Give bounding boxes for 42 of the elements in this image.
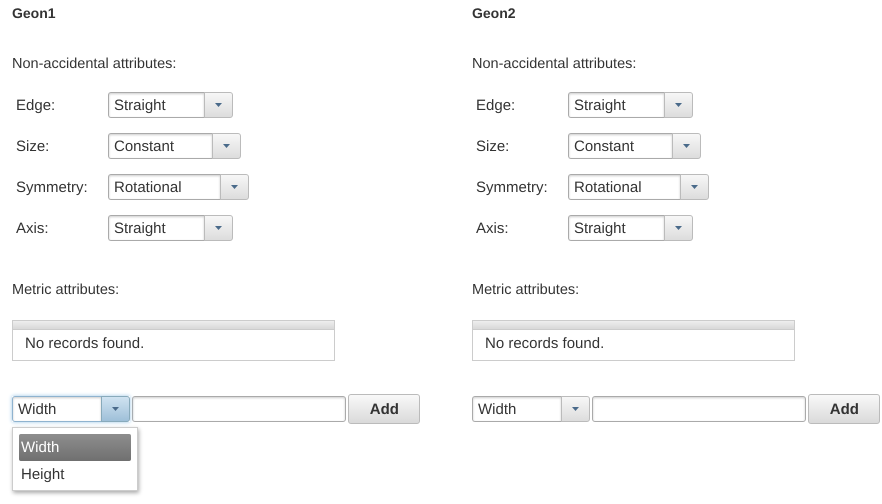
- section-label: Non-accidental attributes:: [12, 55, 178, 73]
- dropdown-value: Width: [18, 400, 56, 418]
- dropdown-value: Constant: [114, 138, 174, 154]
- field-label: Symmetry:: [476, 178, 549, 196]
- dropdown-value: Straight: [114, 96, 166, 114]
- section-title: Geon1: [12, 4, 57, 22]
- field-label: Axis:: [16, 220, 50, 236]
- dropdown-value: Constant: [574, 138, 634, 154]
- section-label: Non-accidental attributes:: [472, 55, 638, 73]
- section-label: Metric attributes:: [12, 281, 120, 299]
- menu-item[interactable]: Height: [19, 461, 131, 488]
- add-button[interactable]: Add: [808, 394, 880, 424]
- caret-icon: [690, 185, 698, 189]
- caret-icon: [674, 103, 682, 107]
- dropdown-value: Width: [478, 400, 516, 418]
- menu-item[interactable]: Width: [19, 434, 131, 461]
- caret-icon: [112, 407, 120, 411]
- caret-icon: [223, 144, 230, 148]
- caret-icon: [214, 226, 222, 230]
- field-label: Size:: [476, 138, 510, 154]
- caret-icon: [572, 407, 580, 411]
- caret-icon: [230, 185, 238, 189]
- empty-message: No records found.: [484, 334, 606, 354]
- empty-message: No records found.: [24, 334, 146, 354]
- dropdown-value: Straight: [574, 96, 626, 114]
- field-label: Edge:: [16, 96, 56, 114]
- dropdown-value: Rotational: [574, 178, 642, 196]
- input-field[interactable]: [592, 396, 806, 422]
- section-label: Metric attributes:: [472, 281, 580, 299]
- section-title: Geon2: [472, 4, 517, 22]
- field-label: Size:: [16, 138, 50, 154]
- input-field[interactable]: [132, 396, 346, 422]
- add-button[interactable]: Add: [348, 394, 420, 424]
- dropdown-value: Straight: [114, 220, 166, 236]
- field-label: Axis:: [476, 220, 510, 236]
- caret-icon: [674, 226, 682, 230]
- dropdown-value: Straight: [574, 220, 626, 236]
- field-label: Symmetry:: [16, 178, 89, 196]
- dropdown-value: Rotational: [114, 178, 182, 196]
- caret-icon: [214, 103, 222, 107]
- caret-icon: [683, 144, 690, 148]
- field-label: Edge:: [476, 96, 516, 114]
